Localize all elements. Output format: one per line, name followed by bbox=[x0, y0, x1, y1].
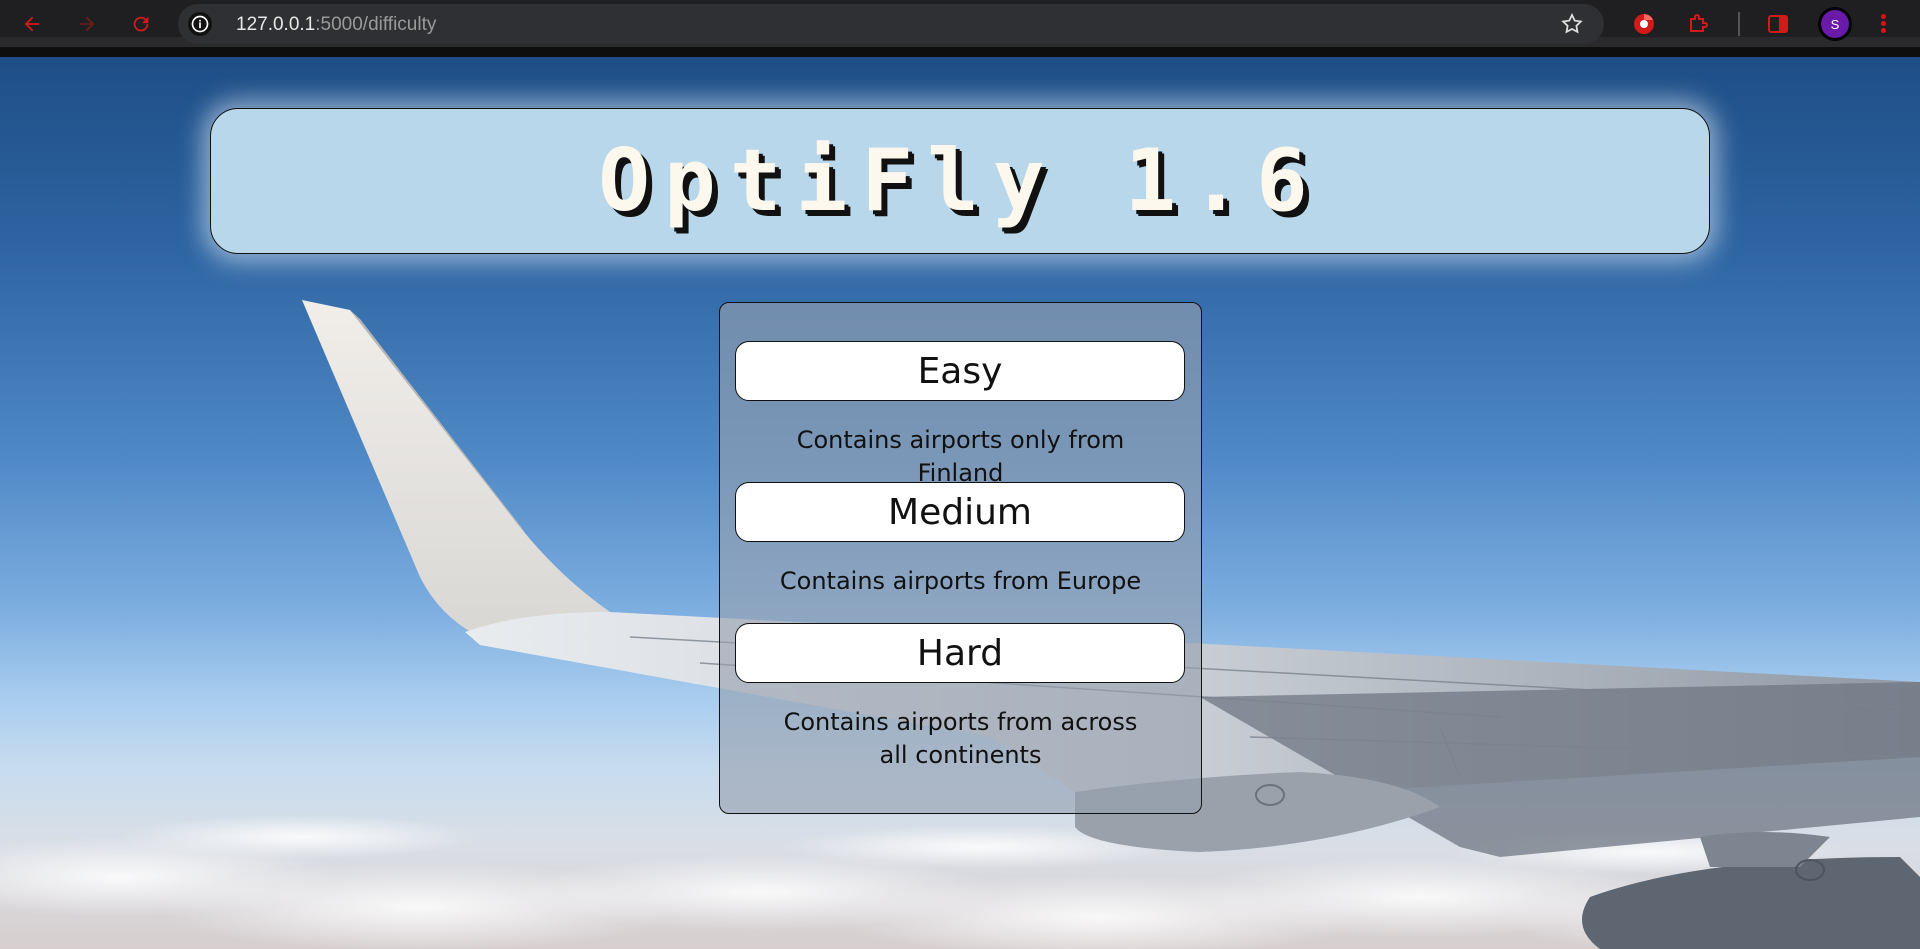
hard-button[interactable]: Hard bbox=[735, 623, 1185, 683]
browser-toolbar: 127.0.0.1:5000/difficulty S bbox=[0, 0, 1920, 47]
kebab-menu-icon[interactable] bbox=[1878, 12, 1888, 36]
forward-icon[interactable] bbox=[73, 10, 101, 38]
extension-icon[interactable] bbox=[1632, 12, 1656, 36]
medium-button[interactable]: Medium bbox=[735, 482, 1185, 542]
profile-avatar[interactable]: S bbox=[1818, 7, 1852, 41]
site-info-icon[interactable] bbox=[188, 12, 212, 36]
reload-icon[interactable] bbox=[127, 10, 155, 38]
easy-button[interactable]: Easy bbox=[735, 341, 1185, 401]
profile-initial: S bbox=[1821, 10, 1849, 38]
url-host: 127.0.0.1 bbox=[236, 14, 316, 35]
hard-description: Contains airports from across all contin… bbox=[783, 708, 1138, 769]
medium-description: Contains airports from Europe bbox=[779, 567, 1142, 595]
app-title: OptiFly 1.6 bbox=[598, 131, 1322, 231]
title-banner: OptiFly 1.6 bbox=[210, 108, 1710, 254]
page-background: OptiFly 1.6 Easy Contains airports only … bbox=[0, 57, 1920, 949]
back-icon[interactable] bbox=[18, 10, 46, 38]
easy-description: Contains airports only from Finland bbox=[796, 426, 1125, 487]
url-path: :5000/difficulty bbox=[315, 14, 437, 35]
toolbar-divider bbox=[1738, 12, 1740, 36]
puzzle-icon[interactable] bbox=[1686, 12, 1710, 36]
side-panel-icon[interactable] bbox=[1766, 12, 1790, 36]
address-bar[interactable]: 127.0.0.1:5000/difficulty bbox=[178, 4, 1604, 44]
url-text[interactable]: 127.0.0.1:5000/difficulty bbox=[236, 14, 436, 36]
difficulty-panel: Easy Contains airports only from Finland… bbox=[719, 302, 1202, 814]
bookmark-star-icon[interactable] bbox=[1560, 12, 1584, 36]
